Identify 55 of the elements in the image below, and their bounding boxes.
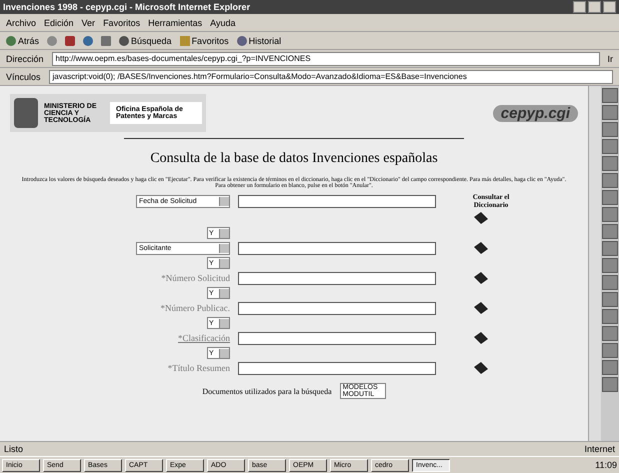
crest-icon <box>14 98 38 128</box>
window-title: Invenciones 1998 - cepyp.cgi - Microsoft Internet Explorer <box>3 2 250 12</box>
side-toolbar-icon[interactable] <box>602 173 618 188</box>
toolbar-button[interactable]: Atrás <box>6 36 40 46</box>
side-toolbar-icon[interactable] <box>602 326 618 341</box>
clock: 11:09 <box>595 460 617 470</box>
side-toolbar-icon[interactable] <box>602 105 618 120</box>
toolbar-button[interactable]: Historial <box>236 36 282 46</box>
page-heading: Consulta de la base de datos Invenciones españolas <box>149 151 439 167</box>
side-toolbar-icon[interactable] <box>602 139 618 154</box>
side-toolbar-icon[interactable] <box>602 224 618 239</box>
side-toolbar-icon[interactable] <box>602 207 618 222</box>
menu-item[interactable]: Ver <box>82 18 96 28</box>
zone-text: Internet <box>584 444 615 454</box>
toolbar-button[interactable]: Búsqueda <box>119 36 172 46</box>
documents-label: Documentos utilizados para la búsqueda <box>202 386 332 396</box>
menu-item[interactable]: Ayuda <box>210 18 236 28</box>
side-toolbar-icon[interactable] <box>602 88 618 103</box>
search-input[interactable] <box>238 302 436 314</box>
menu-item[interactable]: Herramientas <box>148 18 202 28</box>
side-toolbar-icon[interactable] <box>602 377 618 392</box>
menu-item[interactable]: Favoritos <box>103 18 140 28</box>
toolbar-button[interactable]: Favoritos <box>180 36 229 46</box>
side-toolbar-icon[interactable] <box>602 343 618 358</box>
menu-item[interactable]: Edición <box>44 18 74 28</box>
side-toolbar-icon[interactable] <box>602 360 618 375</box>
address-field[interactable]: http://www.oepm.es/bases-documentales/cepyp.cgi_?p=INVENCIONES <box>52 52 600 66</box>
link-field[interactable]: javascript:void(0); /BASES/Invenciones.htm?Formulario=Consulta&Modo=Avanzado&Idioma=ES&Base=Invenciones <box>48 70 613 84</box>
field-link[interactable]: *Clasificación <box>110 333 230 343</box>
search-input[interactable] <box>238 362 436 374</box>
field-label: *Número Solicitud <box>160 273 230 283</box>
status-text: Listo <box>4 444 24 454</box>
scrollbar[interactable] <box>588 86 601 441</box>
field-label: *Título Resumen <box>166 363 230 373</box>
search-input[interactable] <box>238 242 436 254</box>
go-button[interactable]: Ir <box>608 54 613 64</box>
side-toolbar-icon[interactable] <box>602 156 618 171</box>
side-toolbar-icon[interactable] <box>602 241 618 256</box>
field-label: *Número Publicac. <box>160 303 230 313</box>
side-toolbar-icon[interactable] <box>602 275 618 290</box>
side-toolbar-icon[interactable] <box>602 122 618 137</box>
search-input[interactable] <box>238 194 436 208</box>
search-input[interactable] <box>238 272 436 284</box>
address-label: Dirección <box>6 54 44 64</box>
links-label: Vínculos <box>6 72 41 82</box>
brand-logo: cepyp.cgi <box>492 104 578 122</box>
minimize-button[interactable] <box>573 1 586 13</box>
side-toolbar-icon[interactable] <box>602 292 618 307</box>
side-toolbar-icon[interactable] <box>602 190 618 205</box>
menu-item[interactable]: Archivo <box>6 18 36 28</box>
side-toolbar-icon[interactable] <box>602 309 618 324</box>
search-input[interactable] <box>238 332 436 344</box>
side-toolbar-icon[interactable] <box>602 258 618 273</box>
maximize-button[interactable] <box>588 1 601 13</box>
close-button[interactable] <box>603 1 616 13</box>
